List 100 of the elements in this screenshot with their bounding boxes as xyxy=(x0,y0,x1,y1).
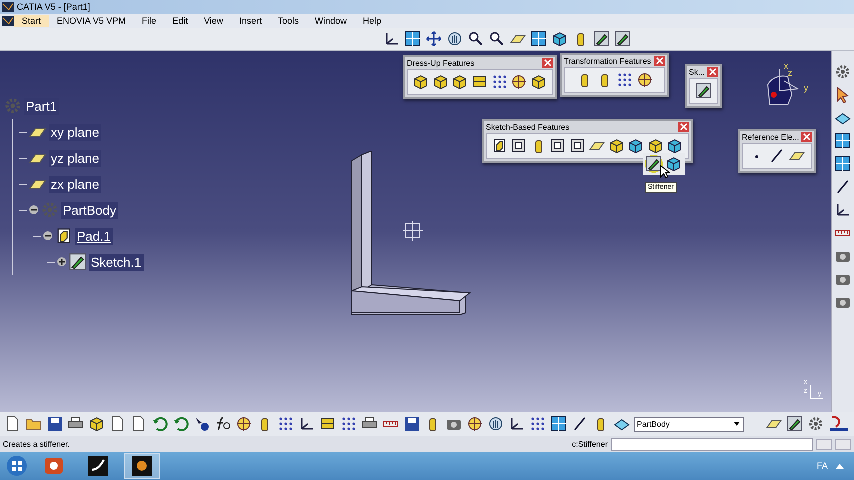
tree-item[interactable]: Pad.1 xyxy=(75,228,113,244)
cube-icon[interactable] xyxy=(412,74,429,90)
cube-icon[interactable] xyxy=(648,138,664,154)
close-button[interactable] xyxy=(654,56,665,66)
cube-icon[interactable] xyxy=(89,416,105,432)
window-icon[interactable] xyxy=(404,31,420,47)
tree-item[interactable]: zx plane xyxy=(49,176,102,192)
grid-icon[interactable] xyxy=(492,74,508,90)
close-button[interactable] xyxy=(707,67,718,77)
sketch-icon[interactable] xyxy=(594,31,610,47)
sketch-icon[interactable] xyxy=(787,416,803,432)
menu-item[interactable]: File xyxy=(134,15,165,27)
cube-icon[interactable] xyxy=(667,138,684,154)
caret-icon[interactable] xyxy=(733,420,741,428)
tree-item[interactable]: PartBody xyxy=(61,202,118,218)
formula-icon[interactable] xyxy=(215,416,231,432)
axis-icon[interactable] xyxy=(509,416,525,432)
window-icon[interactable] xyxy=(551,416,567,432)
pan-icon[interactable] xyxy=(426,31,442,47)
status-message: Creates a stiffener. xyxy=(3,440,71,448)
command-input-field[interactable] xyxy=(611,438,813,450)
menu-item[interactable]: Window xyxy=(306,15,355,27)
axis-icon[interactable] xyxy=(384,31,400,47)
document-icon[interactable] xyxy=(131,416,147,432)
app-logo-icon xyxy=(2,2,14,12)
compass-drawing: x z y xyxy=(760,61,822,121)
save-icon[interactable] xyxy=(404,416,420,432)
toolbar-title: Dress-Up Features xyxy=(407,58,475,68)
grid-icon[interactable] xyxy=(341,416,357,432)
up-arrow-icon[interactable] xyxy=(836,463,844,469)
collapse-toggle[interactable] xyxy=(43,231,53,241)
mouse-cursor-icon xyxy=(660,165,670,179)
target-icon[interactable] xyxy=(236,416,252,432)
block-icon[interactable] xyxy=(472,74,488,90)
cube-icon[interactable] xyxy=(608,138,625,154)
close-button[interactable] xyxy=(542,58,553,68)
cube-icon[interactable] xyxy=(628,138,644,154)
undo-icon[interactable] xyxy=(173,416,189,432)
tree-item[interactable]: xy plane xyxy=(49,124,102,140)
grid-icon[interactable] xyxy=(616,72,632,88)
save-icon[interactable] xyxy=(47,416,63,432)
gear-icon[interactable] xyxy=(835,64,851,80)
grid-icon[interactable] xyxy=(278,416,294,432)
window-icon[interactable] xyxy=(530,31,546,47)
cube-icon[interactable] xyxy=(666,156,682,172)
start-button[interactable] xyxy=(6,455,28,477)
app-logo-icon[interactable] xyxy=(2,16,14,26)
target-icon[interactable] xyxy=(467,416,483,432)
window-title: CATIA V5 - [Part1] xyxy=(17,2,90,12)
line-icon[interactable] xyxy=(835,179,851,195)
menu-item[interactable]: Start xyxy=(14,15,50,27)
pocket-icon[interactable] xyxy=(550,138,566,154)
menu-item[interactable]: ENOVIA V5 VPM xyxy=(49,15,134,27)
target-icon[interactable] xyxy=(511,74,528,90)
zoom-icon[interactable] xyxy=(468,31,484,47)
toolbar-title: Sk... xyxy=(689,68,706,76)
pocket-icon[interactable] xyxy=(570,138,586,154)
toolbar-title: Transformation Features xyxy=(564,56,652,66)
line-icon[interactable] xyxy=(769,148,785,164)
tree-item[interactable]: yz plane xyxy=(49,150,102,166)
menu-item[interactable]: View xyxy=(196,15,232,27)
axis-icon[interactable] xyxy=(299,416,315,432)
axis-icon[interactable] xyxy=(835,202,851,218)
menu-item[interactable]: Insert xyxy=(231,15,270,27)
body-dropdown[interactable]: PartBody xyxy=(634,416,744,432)
body-icon xyxy=(41,201,59,219)
window-icon[interactable] xyxy=(835,156,851,172)
sketch-icon xyxy=(69,253,87,271)
undo-icon[interactable] xyxy=(152,416,168,432)
cube-icon[interactable] xyxy=(432,74,449,90)
cube-icon[interactable] xyxy=(452,74,468,90)
close-button[interactable] xyxy=(801,132,812,142)
document-icon[interactable] xyxy=(110,416,126,432)
cube-icon[interactable] xyxy=(552,31,568,47)
block-icon[interactable] xyxy=(320,416,336,432)
sketch-plane-marker-icon xyxy=(402,220,424,242)
pocket-icon[interactable] xyxy=(511,138,528,154)
tree-item[interactable]: Sketch.1 xyxy=(89,254,144,270)
menu-item[interactable]: Edit xyxy=(164,15,196,27)
zoom-icon[interactable] xyxy=(488,31,504,47)
line-icon[interactable] xyxy=(572,416,588,432)
target-icon[interactable] xyxy=(636,72,652,88)
grid-icon[interactable] xyxy=(530,416,546,432)
expand-toggle[interactable] xyxy=(57,257,67,267)
stiffener-button[interactable] xyxy=(645,155,663,173)
cube-icon[interactable] xyxy=(531,74,548,90)
app-logo-icon xyxy=(828,415,850,433)
collapse-toggle[interactable] xyxy=(29,205,39,215)
gear-icon[interactable] xyxy=(808,416,824,432)
taskbar-app-icon[interactable] xyxy=(124,453,160,479)
part-icon xyxy=(4,97,22,115)
menu-item[interactable]: Help xyxy=(354,15,390,27)
sketch-icon[interactable] xyxy=(696,83,712,99)
pad-icon[interactable] xyxy=(492,138,508,154)
toolbar-title: Sketch-Based Features xyxy=(486,122,570,132)
menu-item[interactable]: Tools xyxy=(270,15,307,27)
close-button[interactable] xyxy=(678,122,689,132)
sketch-icon[interactable] xyxy=(614,31,630,47)
document-icon[interactable] xyxy=(5,416,21,432)
window-icon[interactable] xyxy=(835,133,851,149)
